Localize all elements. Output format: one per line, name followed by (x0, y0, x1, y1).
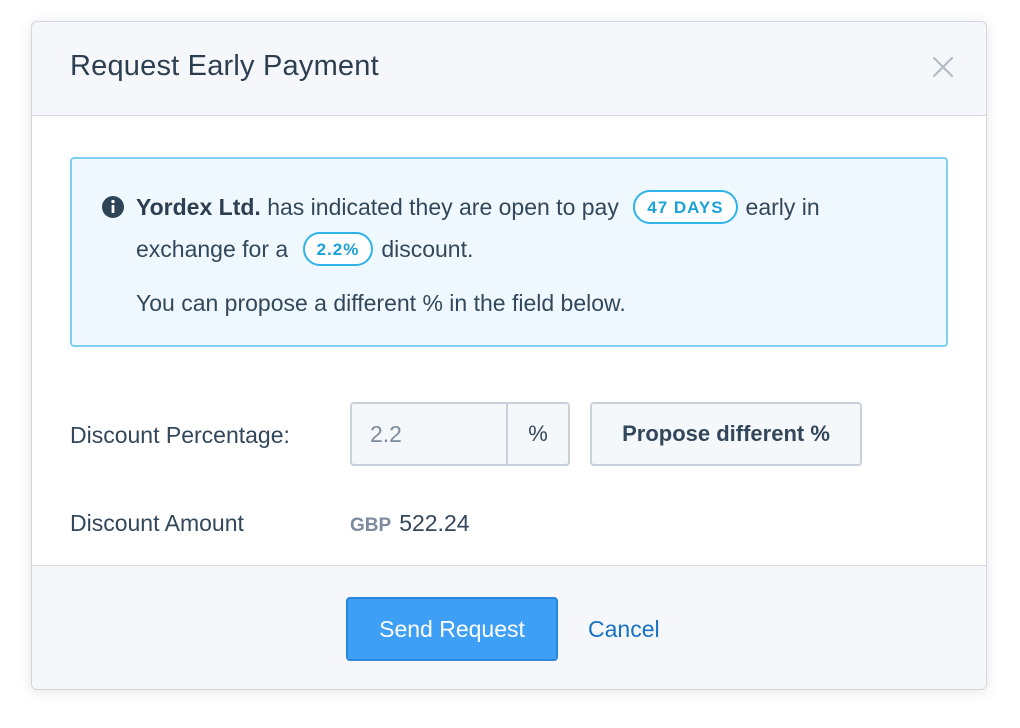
request-early-payment-modal: Request Early Payment Yordex Ltd. has in… (31, 21, 987, 690)
send-request-button[interactable]: Send Request (346, 597, 558, 661)
info-line-1: Yordex Ltd. has indicated they are open … (136, 190, 820, 226)
discount-amount-label: Discount Amount (70, 510, 244, 536)
close-icon (932, 56, 954, 78)
discount-percentage-group: % (350, 402, 570, 466)
discount-badge: 2.2% (302, 232, 374, 266)
discount-percentage-label: Discount Percentage: (70, 422, 290, 448)
amount-value: 522.24 (399, 510, 470, 536)
discount-percentage-input[interactable] (352, 404, 508, 464)
info-text-1: has indicated they are open to pay (267, 194, 619, 221)
info-text-3: exchange for a (136, 236, 289, 263)
cancel-link[interactable]: Cancel (588, 616, 660, 643)
days-badge: 47 DAYS (633, 190, 738, 224)
company-name: Yordex Ltd. (136, 194, 261, 221)
info-text-4: discount. (381, 236, 474, 263)
propose-different-button[interactable]: Propose different % (590, 402, 862, 466)
modal-footer: Send Request Cancel (32, 565, 986, 689)
percent-addon: % (506, 404, 568, 464)
close-button[interactable] (926, 50, 960, 84)
info-text-2: early in (745, 194, 820, 221)
currency-code: GBP (350, 515, 392, 536)
info-line-2: exchange for a 2.2% discount. (136, 232, 474, 268)
modal-body: Yordex Ltd. has indicated they are open … (32, 116, 986, 566)
info-hint: You can propose a different % in the fie… (136, 290, 626, 316)
info-icon (102, 196, 124, 218)
discount-amount: GBP 522.24 (350, 510, 470, 537)
info-alert: Yordex Ltd. has indicated they are open … (70, 157, 948, 347)
modal-title: Request Early Payment (70, 50, 379, 82)
modal-header: Request Early Payment (32, 22, 986, 116)
